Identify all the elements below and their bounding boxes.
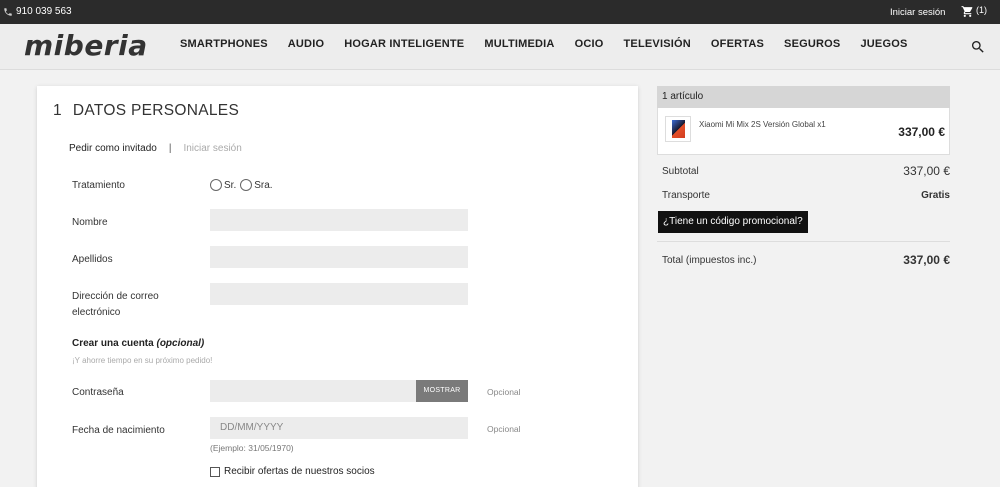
nav-item-ocio[interactable]: OCIO [565, 38, 614, 50]
email-label-line2: electrónico [72, 307, 121, 318]
nombre-input[interactable] [210, 209, 468, 231]
shipping-label: Transporte [662, 190, 710, 201]
birth-label: Fecha de nacimiento [72, 425, 165, 436]
login-link[interactable]: Iniciar sesión [890, 7, 945, 18]
item-price: 337,00 € [898, 125, 945, 139]
total-row: Total (impuestos inc.) 337,00 € [662, 253, 950, 267]
birth-example: (Ejemplo: 31/05/1970) [210, 443, 294, 453]
phone-image [672, 120, 685, 138]
tratamiento-radios: Sr. Sra. [210, 179, 275, 191]
subtotal-row: Subtotal 337,00 € [662, 164, 950, 178]
step-title: 1 DATOS PERSONALES [53, 102, 239, 120]
radio-sra[interactable]: Sra. [240, 179, 273, 191]
item-count: 1 artículo [657, 86, 950, 108]
cart-button[interactable]: (1) [961, 5, 987, 18]
offers-label: Recibir ofertas de nuestros socios [224, 466, 375, 477]
product-thumbnail[interactable] [665, 116, 691, 142]
create-account-label: Crear una cuenta [72, 338, 154, 349]
tratamiento-label: Tratamiento [72, 180, 125, 191]
personal-data-card: 1 DATOS PERSONALES Pedir como invitado | … [37, 86, 638, 487]
subtotal-label: Subtotal [662, 166, 699, 177]
create-account-hint: ¡Y ahorre tiempo en su próximo pedido! [72, 356, 213, 365]
email-label: Dirección de correo electrónico [72, 289, 159, 321]
nav-item-smartphones[interactable]: SMARTPHONES [170, 38, 278, 50]
phone-icon [4, 7, 12, 16]
step-title-text: DATOS PERSONALES [72, 102, 240, 119]
radio-sra-label: Sra. [254, 179, 273, 191]
step-number: 1 [53, 102, 62, 119]
email-input[interactable] [210, 283, 468, 305]
tab-guest[interactable]: Pedir como invitado [69, 143, 157, 154]
cart-count: (1) [976, 5, 987, 15]
show-password-button[interactable]: MOSTRAR [416, 380, 468, 402]
nav-item-ofertas[interactable]: OFERTAS [701, 38, 774, 50]
offers-checkbox[interactable] [210, 466, 220, 477]
radio-sr[interactable]: Sr. [210, 179, 236, 191]
search-icon[interactable] [970, 39, 986, 55]
main-nav: SMARTPHONES AUDIO HOGAR INTELIGENTE MULT… [170, 38, 918, 50]
promo-code-link[interactable]: ¿Tiene un código promocional? [658, 211, 808, 233]
item-name[interactable]: Xiaomi Mi Mix 2S Versión Global x1 [699, 120, 826, 129]
password-optional: Opcional [487, 387, 521, 397]
summary-divider [657, 241, 950, 242]
birth-optional: Opcional [487, 424, 521, 434]
cart-summary: 1 artículo Xiaomi Mi Mix 2S Versión Glob… [657, 86, 950, 267]
phone-contact[interactable]: 910 039 563 [3, 6, 72, 17]
total-value: 337,00 € [903, 253, 950, 267]
nav-item-seguros[interactable]: SEGUROS [774, 38, 850, 50]
total-label: Total (impuestos inc.) [662, 255, 757, 266]
radio-sra-circle[interactable] [240, 179, 253, 191]
password-input[interactable] [210, 380, 416, 402]
radio-sr-circle[interactable] [210, 179, 222, 191]
subtotal-value: 337,00 € [903, 164, 950, 178]
email-label-line1: Dirección de correo [72, 291, 159, 302]
radio-sr-label: Sr. [224, 179, 237, 191]
tab-separator: | [168, 143, 172, 154]
nombre-label: Nombre [72, 217, 108, 228]
apellidos-input[interactable] [210, 246, 468, 268]
birth-date-input[interactable]: DD/MM/YYYY [210, 417, 468, 439]
nav-item-multimedia[interactable]: MULTIMEDIA [474, 38, 564, 50]
shipping-row: Transporte Gratis [662, 190, 950, 201]
offers-checkbox-row[interactable]: Recibir ofertas de nuestros socios [210, 466, 375, 477]
checkout-tabs: Pedir como invitado | Iniciar sesión [69, 143, 242, 154]
create-account-optional: (opcional) [156, 338, 205, 349]
site-logo[interactable]: miberia [24, 29, 148, 62]
top-bar: 910 039 563 Iniciar sesión (1) [0, 0, 1000, 24]
tab-login[interactable]: Iniciar sesión [183, 143, 241, 154]
main-header: miberia SMARTPHONES AUDIO HOGAR INTELIGE… [0, 24, 1000, 70]
create-account-heading: Crear una cuenta (opcional) [72, 338, 204, 349]
apellidos-label: Apellidos [72, 254, 113, 265]
cart-icon [961, 6, 973, 17]
nav-item-juegos[interactable]: JUEGOS [850, 38, 917, 50]
cart-item: Xiaomi Mi Mix 2S Versión Global x1 337,0… [657, 108, 950, 155]
nav-item-hogar-inteligente[interactable]: HOGAR INTELIGENTE [334, 38, 474, 50]
nav-item-audio[interactable]: AUDIO [278, 38, 334, 50]
nav-item-television[interactable]: TELEVISIÓN [614, 38, 701, 50]
password-label: Contraseña [72, 387, 124, 398]
phone-number: 910 039 563 [16, 6, 72, 17]
shipping-value: Gratis [921, 190, 950, 201]
